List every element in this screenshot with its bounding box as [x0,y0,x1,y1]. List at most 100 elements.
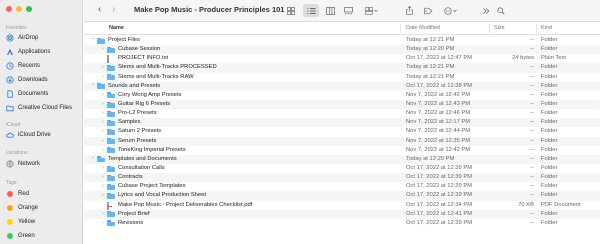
table-row[interactable]: ⌄ Sounds and Presets Oct 17, 2022 at 12:38… [84,80,600,91]
zoom-window-button[interactable] [26,6,32,12]
table-row[interactable]: ⌄ Templates and Documents Today at 12:20 P… [84,153,600,164]
table-row[interactable]: › Pro-L2 Presets Nov 7, 2022 at 12:46 PM --… [84,109,600,118]
column-divider[interactable] [489,24,490,33]
file-size: -- [530,82,534,89]
column-view-button[interactable] [323,4,337,17]
column-header-size[interactable]: Size [494,25,505,31]
sidebar-item-documents[interactable]: Documents [4,88,80,100]
date-modified: Nov 7, 2022 at 12:43 PM [406,100,471,107]
chevron-right-icon[interactable]: › [100,191,106,200]
chevron-right-icon[interactable]: › [100,210,106,219]
sidebar-item-label: Documents [18,91,49,97]
file-name: Cory Wong Amp Presets [118,91,182,98]
forward-arrow-icon[interactable]: › [112,4,115,15]
chevron-right-icon[interactable]: › [100,164,106,173]
folder-icon [107,165,115,172]
gallery-view-button[interactable] [341,4,355,17]
sidebar-item-applications[interactable]: Applications [4,46,80,58]
back-arrow-icon[interactable]: ‹ [98,4,101,15]
table-row[interactable]: › Project Brief Oct 17, 2022 at 12:41 PM --… [84,209,600,219]
file-size: -- [530,192,534,199]
chevron-right-icon[interactable]: › [100,118,106,127]
table-row[interactable]: › Consultation Calls Oct 17, 2022 at 12:39… [84,164,600,173]
window-controls [6,6,32,12]
icon-view-button[interactable] [284,4,298,17]
chevron-right-icon[interactable]: › [100,63,106,72]
chevron-right-icon[interactable]: › [100,73,106,82]
column-header-kind[interactable]: Kind [541,25,552,31]
airdrop-icon [6,34,14,42]
locations-section-title: Locations [6,150,28,156]
file-name: Revisions [118,219,144,226]
sidebar-item-downloads[interactable]: Downloads [4,74,80,86]
file-size: -- [530,37,534,43]
chevron-right-icon[interactable]: › [100,146,106,155]
table-row[interactable]: › Revisions Oct 17, 2022 at 12:39 PM -- Fold… [84,219,600,228]
sidebar-item-network[interactable]: Network [4,158,80,170]
file-name: Guitar Rig 6 Presets [118,100,171,107]
table-row[interactable]: ⌄ Project Files Today at 12:21 PM -- Folder [84,34,600,45]
folder-icon [107,110,115,117]
table-row[interactable]: › Contracts Oct 17, 2022 at 12:39 PM -- Fold… [84,173,600,183]
file-kind: Folder [541,100,558,107]
minimize-window-button[interactable] [16,6,22,12]
chevron-right-icon[interactable]: › [100,137,106,146]
chevron-right-icon[interactable]: › [100,91,106,100]
more-actions-button[interactable] [441,4,461,17]
chevron-right-icon[interactable]: › [100,100,106,109]
chevron-down-icon[interactable]: ⌄ [90,80,96,89]
table-row[interactable]: › Stems and Multi-Tracks PROCESSED Today a… [84,63,600,73]
date-modified: Today at 12:20 PM [406,46,455,53]
table-row[interactable]: › Cubase Project Templates Oct 17, 2022 at… [84,182,600,191]
sidebar-item-recents[interactable]: Recents [4,60,80,72]
date-modified: Oct 17, 2022 at 12:39 PM [406,164,473,171]
chevron-right-icon[interactable]: › [100,219,106,228]
table-row[interactable]: › Saturn 2 Presets Nov 7, 2022 at 12:44 PM… [84,127,600,136]
column-divider[interactable] [400,24,401,33]
chevron-down-icon[interactable]: ⌄ [90,34,96,43]
close-window-button[interactable] [6,6,12,12]
file-name: Samples [118,119,141,126]
group-by-button[interactable] [362,4,382,17]
chevron-down-icon[interactable]: ⌄ [90,153,96,162]
chevron-right-icon[interactable]: › [100,45,106,54]
list-view-button[interactable] [303,4,319,17]
sidebar-tag-yellow[interactable]: Yellow [4,216,80,228]
table-row[interactable]: Make Pop Music - Project Deliverables Ch… [84,201,600,210]
tags-button[interactable] [422,4,434,17]
chevron-right-icon[interactable]: › [100,127,106,136]
table-row[interactable]: › ToneKing Imperial Presets Nov 7, 2022 at… [84,146,600,155]
file-size: -- [530,91,534,98]
list-icon [307,7,315,14]
table-row[interactable]: › Guitar Rig 6 Presets Nov 7, 2022 at 12:4… [84,99,600,110]
orange-tag-dot [7,205,13,211]
sidebar-item-icloud-drive[interactable]: iCloud Drive [4,129,80,141]
table-row[interactable]: › Samples Nov 7, 2022 at 12:17 PM -- Folder [84,118,600,128]
column-header-name[interactable]: Name [109,25,124,31]
table-row[interactable]: PROJECT INFO.txt Oct 17, 2022 at 12:47 PM… [84,54,600,64]
table-row[interactable]: › Serum Presets Nov 7, 2022 at 12:35 PM -- F… [84,136,600,146]
column-divider[interactable] [536,24,537,33]
table-row[interactable]: › Stems and Multi-Tracks RAW Today at 12:2… [84,73,600,82]
chevron-right-icon[interactable]: › [100,182,106,191]
expand-toolbar-button[interactable] [480,4,492,17]
table-row[interactable]: › Cubase Session Today at 12:20 PM -- Folder [84,45,600,55]
sidebar-item-creative-cloud-files[interactable]: Creative Cloud Files [4,102,80,114]
sidebar-tag-green[interactable]: Green [4,230,80,242]
favorites-section-title: Favorites [6,25,27,31]
table-row[interactable]: › Lyrics and Vocal Production Sheet Oct 17… [84,191,600,201]
date-modified: Today at 12:20 PM [406,155,455,162]
sidebar-item-airdrop[interactable]: AirDrop [4,32,80,44]
file-size: -- [530,110,534,117]
file-name: Project Files [108,37,140,43]
chevron-right-icon[interactable]: › [100,109,106,118]
share-button[interactable] [403,4,415,17]
chevron-right-icon[interactable]: › [100,173,106,182]
date-modified: Nov 7, 2022 at 12:42 PM [406,91,471,98]
sidebar-tag-orange[interactable]: Orange [4,202,80,214]
column-header-date[interactable]: Date Modified [406,25,440,31]
sidebar-tag-red[interactable]: Red [4,188,80,200]
search-button[interactable] [497,4,511,17]
folder-icon [107,138,115,145]
table-row[interactable]: › Cory Wong Amp Presets Nov 7, 2022 at 12:… [84,91,600,100]
